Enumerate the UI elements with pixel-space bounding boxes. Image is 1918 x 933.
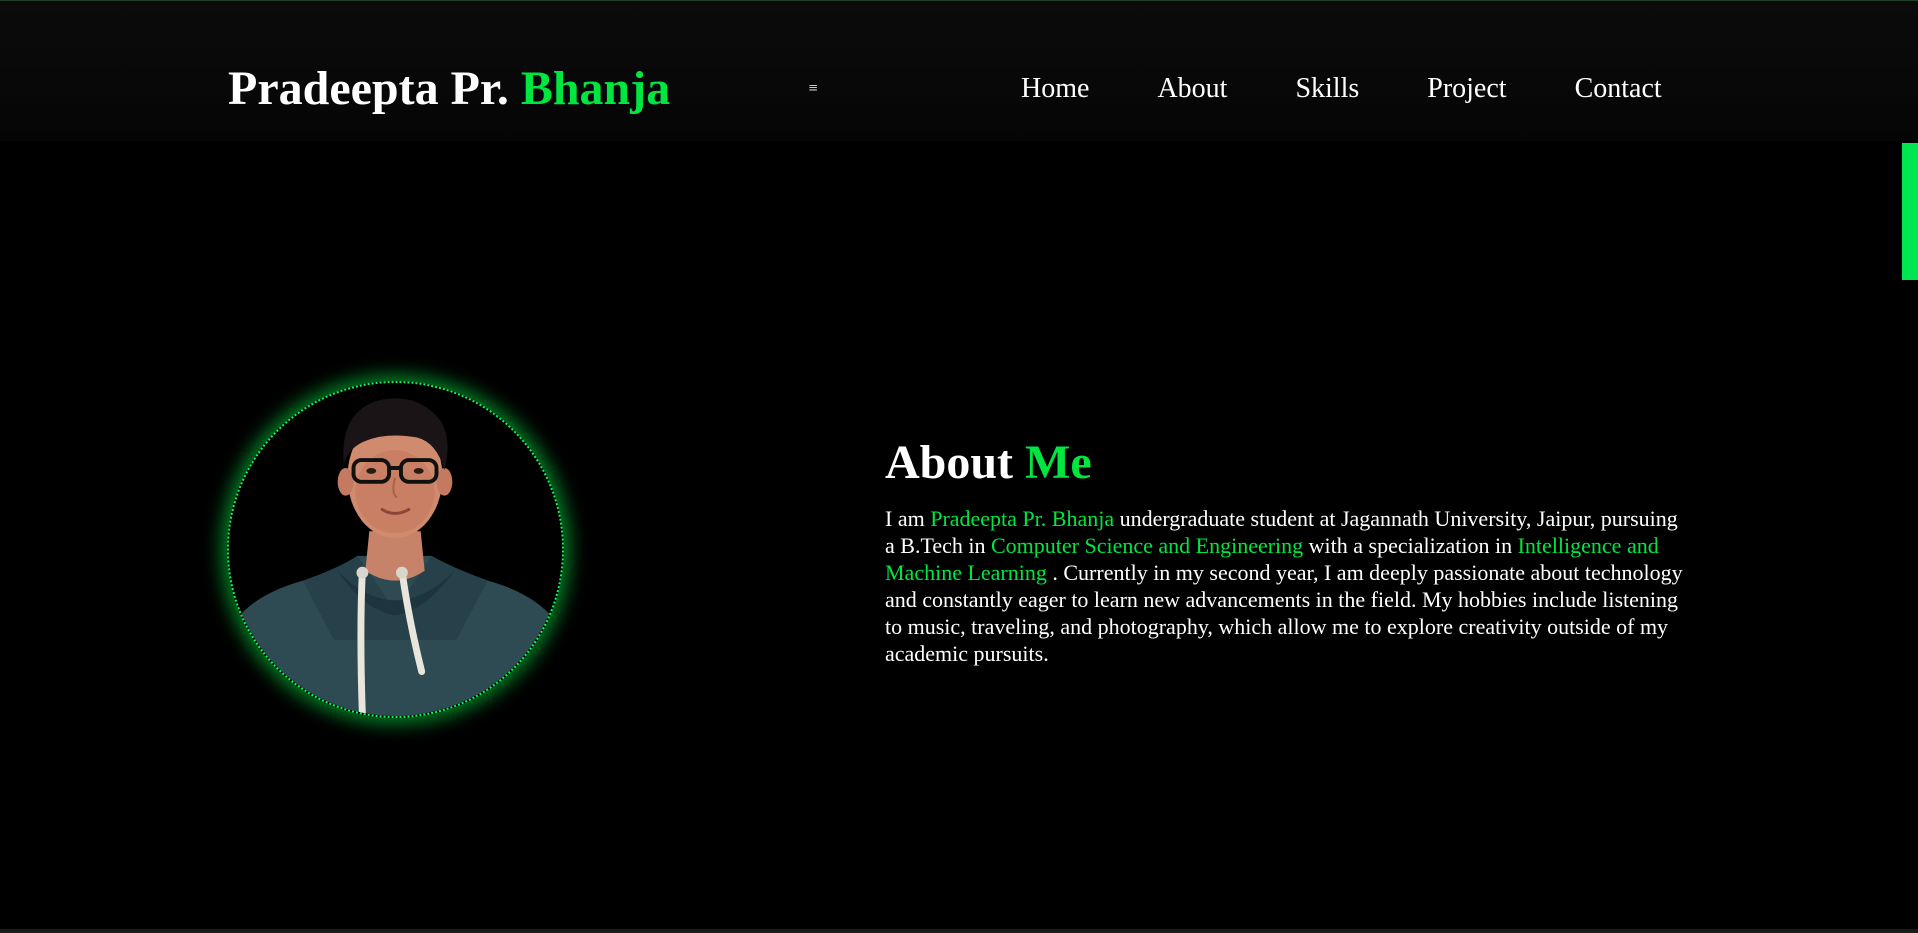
logo-last-name: Bhanja (520, 62, 671, 115)
about-text-part: I am (885, 506, 931, 531)
page: Pradeepta Pr. Bhanja ≡ Home About Skills… (0, 0, 1918, 933)
bottom-border (0, 929, 1918, 933)
scrollbar-thumb[interactable] (1902, 143, 1918, 280)
about-heading-first: About (885, 436, 1014, 489)
main-nav: Home About Skills Project Contact (1021, 75, 1662, 103)
profile-photo (227, 381, 564, 718)
nav-project[interactable]: Project (1427, 75, 1506, 103)
site-logo[interactable]: Pradeepta Pr. Bhanja (228, 65, 670, 113)
nav-about[interactable]: About (1157, 75, 1227, 103)
about-highlight-name: Pradeepta Pr. Bhanja (930, 506, 1115, 531)
nav-home[interactable]: Home (1021, 75, 1089, 103)
hamburger-icon[interactable]: ≡ (805, 81, 821, 97)
about-highlight-degree: Computer Science and Engineering (990, 533, 1304, 558)
nav-contact[interactable]: Contact (1575, 75, 1662, 103)
profile-photo-illustration (229, 383, 562, 716)
nav-skills[interactable]: Skills (1295, 75, 1359, 103)
about-paragraph: I am Pradeepta Pr. Bhanja undergraduate … (885, 505, 1685, 667)
header: Pradeepta Pr. Bhanja ≡ Home About Skills… (0, 1, 1918, 141)
about-heading-accent: Me (1025, 436, 1092, 489)
about-heading: About Me (885, 439, 1092, 487)
logo-first-name: Pradeepta Pr. (228, 62, 509, 115)
about-text-part: with a specialization in (1303, 533, 1518, 558)
